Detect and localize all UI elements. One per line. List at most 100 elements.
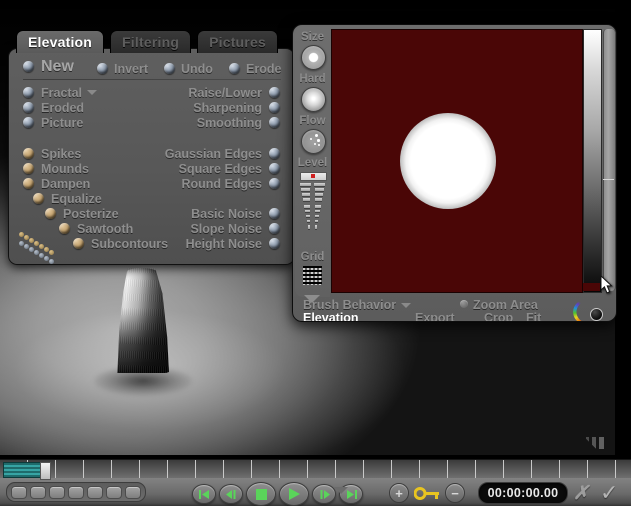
- keyframe-controls: + −: [389, 483, 465, 503]
- tab-elevation[interactable]: Elevation: [16, 30, 105, 53]
- filter-equalize-label: Equalize: [51, 191, 102, 206]
- option-picture-label: Picture: [41, 115, 84, 130]
- filter-subcontours[interactable]: Subcontours: [73, 236, 168, 251]
- transport-chevron-icon[interactable]: [334, 487, 348, 494]
- option-picture[interactable]: Picture: [23, 115, 83, 130]
- noise-height-label: Height Noise: [185, 236, 262, 251]
- level-bar: [307, 220, 310, 222]
- layer-button[interactable]: [30, 485, 46, 499]
- action-undo-bead: [164, 63, 175, 74]
- playhead-handle[interactable]: [40, 462, 51, 480]
- action-new[interactable]: New: [23, 58, 74, 75]
- level-bar: [315, 193, 323, 196]
- brush-flow-label: Flow: [299, 115, 326, 127]
- crop-button[interactable]: Crop: [484, 311, 513, 321]
- option-raise-lower[interactable]: Raise/Lower: [188, 85, 280, 100]
- filter-spikes-label: Spikes: [41, 146, 82, 161]
- chevron-down-icon[interactable]: [87, 90, 97, 95]
- action-erode[interactable]: Erode: [229, 61, 281, 76]
- zoom-area-label[interactable]: Zoom Area: [473, 298, 538, 312]
- edge-gaussian[interactable]: Gaussian Edges: [165, 146, 280, 161]
- option-sharpening[interactable]: Sharpening: [193, 100, 280, 115]
- noise-slope[interactable]: Slope Noise: [190, 221, 280, 236]
- option-eroded[interactable]: Eroded: [23, 100, 84, 115]
- layer-button[interactable]: [106, 485, 122, 499]
- filter-sawtooth[interactable]: Sawtooth: [59, 221, 133, 236]
- key-icon[interactable]: [414, 486, 440, 501]
- terrain-object[interactable]: [94, 268, 192, 396]
- level-bar: [306, 215, 310, 217]
- brush-size-knob[interactable]: [301, 45, 326, 70]
- filter-posterize[interactable]: Posterize: [45, 206, 119, 221]
- add-keyframe-button[interactable]: +: [389, 483, 409, 503]
- viewport-resize-grip[interactable]: [574, 437, 608, 449]
- brush-behavior-chevron-icon[interactable]: [401, 303, 411, 308]
- bead-decor: [49, 259, 54, 264]
- brush-hardness-knob[interactable]: [301, 87, 326, 112]
- brush-flow-knob[interactable]: [301, 129, 326, 154]
- level-marker: [311, 174, 315, 178]
- level-bar: [301, 188, 310, 191]
- action-undo[interactable]: Undo: [164, 61, 213, 76]
- noise-basic[interactable]: Basic Noise: [191, 206, 280, 221]
- layer-button[interactable]: [11, 485, 27, 499]
- filter-mounds-label: Mounds: [41, 161, 89, 176]
- option-smoothing[interactable]: Smoothing: [197, 115, 280, 130]
- tab-filtering[interactable]: Filtering: [110, 30, 192, 53]
- filter-spikes-bead: [23, 148, 34, 159]
- tab-pictures[interactable]: Pictures: [197, 30, 278, 53]
- cancel-button[interactable]: ✗: [573, 482, 589, 505]
- edge-square[interactable]: Square Edges: [179, 161, 280, 176]
- option-fractal-label: Fractal: [41, 85, 82, 100]
- go-to-start-button[interactable]: [192, 484, 216, 504]
- export-button[interactable]: Export: [415, 311, 455, 321]
- action-new-bead: [23, 61, 34, 72]
- stop-button[interactable]: [246, 482, 276, 506]
- filter-dampen[interactable]: Dampen: [23, 176, 90, 191]
- grid-icon[interactable]: [303, 266, 322, 285]
- step-back-button[interactable]: [219, 484, 243, 504]
- layer-button[interactable]: [125, 485, 141, 499]
- level-bar: [315, 198, 322, 201]
- brush-preview-canvas[interactable]: [331, 29, 583, 293]
- zoom-area-bead[interactable]: [460, 300, 468, 308]
- option-raise-lower-label: Raise/Lower: [188, 85, 262, 100]
- brush-level-label: Level: [297, 157, 328, 169]
- timeline-playhead[interactable]: [3, 462, 51, 480]
- noise-height[interactable]: Height Noise: [186, 236, 280, 251]
- play-button[interactable]: [279, 482, 309, 506]
- action-invert[interactable]: Invert: [97, 61, 148, 76]
- brush-level-slider[interactable]: [300, 172, 327, 181]
- filter-equalize[interactable]: Equalize: [33, 191, 102, 206]
- filter-spikes[interactable]: Spikes: [23, 146, 81, 161]
- noise-basic-bead: [269, 208, 280, 219]
- layer-button[interactable]: [49, 485, 65, 499]
- step-forward-button[interactable]: [312, 484, 336, 504]
- remove-keyframe-button[interactable]: −: [445, 483, 465, 503]
- vertical-slider-thumb[interactable]: [603, 179, 614, 180]
- bottom-toolbar: + − 00:00:00.00 ✗ ✓: [0, 459, 631, 506]
- color-wheel-icon[interactable]: [573, 296, 603, 321]
- panel-divider-1: [23, 79, 281, 80]
- timecode-display[interactable]: 00:00:00.00: [478, 482, 568, 504]
- layer-button[interactable]: [87, 485, 103, 499]
- layer-button[interactable]: [68, 485, 84, 499]
- level-bar: [300, 183, 311, 186]
- confirm-button[interactable]: ✓: [600, 480, 618, 506]
- filter-subcontours-label: Subcontours: [91, 236, 169, 251]
- timeline-ruler[interactable]: [0, 460, 631, 480]
- brush-mode-label[interactable]: Elevation: [303, 311, 359, 321]
- value-ramp-strip[interactable]: [583, 29, 602, 293]
- noise-slope-label: Slope Noise: [190, 221, 262, 236]
- option-fractal-bead: [23, 87, 34, 98]
- filter-mounds[interactable]: Mounds: [23, 161, 89, 176]
- edge-gaussian-bead: [269, 148, 280, 159]
- vertical-slider-track[interactable]: [603, 29, 616, 291]
- edge-round-label: Round Edges: [181, 176, 262, 191]
- fit-button[interactable]: Fit: [526, 311, 541, 321]
- brush-behavior-label[interactable]: Brush Behavior: [303, 298, 396, 312]
- edge-square-bead: [269, 163, 280, 174]
- edge-round[interactable]: Round Edges: [181, 176, 280, 191]
- timeline-ticks: [0, 460, 631, 478]
- option-fractal[interactable]: Fractal: [23, 85, 97, 100]
